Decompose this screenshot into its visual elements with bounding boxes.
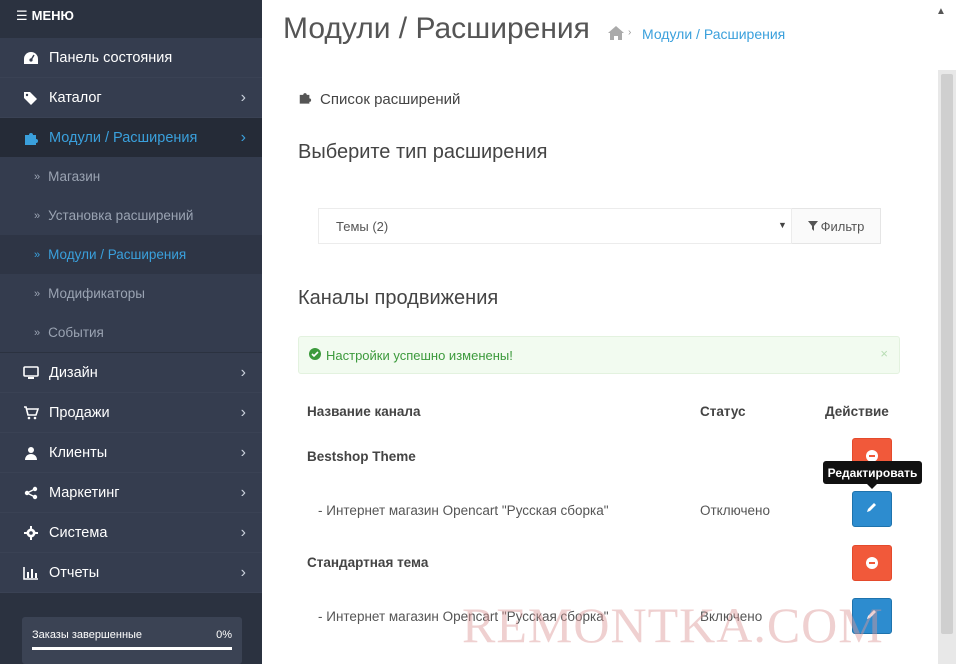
tags-icon xyxy=(22,91,40,105)
watermark: REMONTKA.COM xyxy=(462,597,884,653)
chevron-right-icon: › xyxy=(240,363,246,381)
double-chevron-icon: » xyxy=(34,209,41,222)
chevron-right-icon: › xyxy=(240,403,246,421)
check-circle-icon xyxy=(309,347,321,363)
status-text: Отключено xyxy=(700,503,770,518)
caret-down-icon: ▼ xyxy=(778,220,787,230)
progress-value: 0% xyxy=(216,629,232,641)
dashboard-icon xyxy=(22,51,40,65)
alert-text: Настройки успешно изменены! xyxy=(326,347,513,363)
extension-name: - Интернет магазин Opencart "Русская сбо… xyxy=(318,609,609,624)
sidebar-item-dashboard[interactable]: Панель состояния xyxy=(0,38,262,78)
group-name: Bestshop Theme xyxy=(307,449,416,464)
double-chevron-icon: » xyxy=(34,248,41,261)
hamburger-icon: ☰ xyxy=(16,8,28,23)
extension-name: - Интернет магазин Opencart "Русская сбо… xyxy=(318,503,609,518)
success-alert: Настройки успешно изменены! × xyxy=(298,336,900,374)
chevron-right-icon: › xyxy=(240,483,246,501)
group-name: Стандартная тема xyxy=(307,555,429,570)
submenu-item-installer[interactable]: » Установка расширений xyxy=(0,196,262,235)
breadcrumb-link[interactable]: Модули / Расширения xyxy=(642,26,785,42)
submenu-item-store[interactable]: » Магазин xyxy=(0,157,262,196)
column-header-channel: Название канала xyxy=(307,404,421,419)
gear-icon xyxy=(22,525,40,540)
pencil-icon xyxy=(866,500,878,518)
filter-label: Фильтр xyxy=(820,218,865,234)
close-icon[interactable]: × xyxy=(880,346,888,361)
chevron-right-icon: › xyxy=(240,523,246,541)
submenu-label: События xyxy=(48,325,104,340)
menu-toggle[interactable]: ☰ МЕНЮ xyxy=(0,0,262,38)
pencil-icon xyxy=(866,607,878,625)
bar-chart-icon xyxy=(22,566,40,580)
filter-button[interactable]: Фильтр xyxy=(792,208,881,244)
sidebar-item-reports[interactable]: Отчеты › xyxy=(0,553,262,593)
extension-type-select[interactable]: Темы (2) xyxy=(318,208,792,244)
share-icon xyxy=(22,486,40,500)
sidebar-item-label: Каталог xyxy=(49,89,102,106)
sidebar-item-label: Дизайн xyxy=(49,364,98,381)
submenu-item-modifications[interactable]: » Модификаторы xyxy=(0,274,262,313)
sidebar: ☰ МЕНЮ Панель состояния Каталог › Модули… xyxy=(0,0,262,664)
double-chevron-icon: » xyxy=(34,170,41,183)
double-chevron-icon: » xyxy=(34,287,41,300)
filter-icon xyxy=(807,219,818,234)
chevron-right-icon: › xyxy=(240,563,246,581)
sidebar-item-label: Модули / Расширения xyxy=(49,129,198,146)
chevron-right-icon: › xyxy=(240,128,246,146)
breadcrumb-separator: › xyxy=(628,27,632,38)
edit-button[interactable] xyxy=(852,491,892,527)
orders-progress-widget: Заказы завершенные 0% xyxy=(22,617,242,664)
scrollbar-thumb[interactable] xyxy=(941,74,953,634)
submenu-item-events[interactable]: » События xyxy=(0,313,262,352)
submenu-label: Модификаторы xyxy=(48,286,145,301)
minus-circle-icon xyxy=(866,557,878,569)
puzzle-icon xyxy=(22,131,40,145)
sidebar-item-sales[interactable]: Продажи › xyxy=(0,393,262,433)
progress-bar xyxy=(32,647,232,650)
cart-icon xyxy=(22,405,40,420)
column-header-status: Статус xyxy=(700,404,746,419)
submenu-item-extensions[interactable]: » Модули / Расширения xyxy=(0,235,262,274)
sidebar-item-label: Клиенты xyxy=(49,444,108,461)
home-icon[interactable] xyxy=(607,25,625,41)
menu-title: МЕНЮ xyxy=(31,8,74,23)
desktop-icon xyxy=(22,365,40,380)
user-icon xyxy=(22,446,40,460)
submenu-label: Магазин xyxy=(48,169,101,184)
scroll-up-arrow-icon[interactable]: ▲ xyxy=(936,6,946,17)
chevron-right-icon: › xyxy=(240,88,246,106)
puzzle-icon xyxy=(298,91,312,108)
sidebar-item-extensions[interactable]: Модули / Расширения › xyxy=(0,118,262,158)
sidebar-item-customers[interactable]: Клиенты › xyxy=(0,433,262,473)
sidebar-item-label: Панель состояния xyxy=(49,49,173,66)
status-text: Включено xyxy=(700,609,763,624)
extension-type-heading: Выберите тип расширения xyxy=(298,141,548,163)
sidebar-item-marketing[interactable]: Маркетинг › xyxy=(0,473,262,513)
chevron-right-icon: › xyxy=(240,443,246,461)
panel-title-text: Список расширений xyxy=(320,91,461,108)
uninstall-button[interactable] xyxy=(852,545,892,581)
sidebar-item-catalog[interactable]: Каталог › xyxy=(0,78,262,118)
column-header-action: Действие xyxy=(825,404,889,419)
submenu-label: Установка расширений xyxy=(48,208,194,223)
sidebar-item-system[interactable]: Система › xyxy=(0,513,262,553)
sidebar-item-label: Продажи xyxy=(49,404,110,421)
progress-label: Заказы завершенные xyxy=(32,629,143,641)
sidebar-item-label: Отчеты xyxy=(49,564,100,581)
panel-title: Список расширений xyxy=(298,91,460,108)
sidebar-item-label: Система xyxy=(49,524,108,541)
edit-button[interactable] xyxy=(852,598,892,634)
sidebar-item-design[interactable]: Дизайн › xyxy=(0,353,262,393)
edit-tooltip: Редактировать xyxy=(823,461,922,484)
sidebar-item-label: Маркетинг xyxy=(49,484,120,501)
submenu-label: Модули / Расширения xyxy=(48,247,187,262)
section-heading: Каналы продвижения xyxy=(298,287,499,309)
page-title: Модули / Расширения xyxy=(283,12,590,45)
double-chevron-icon: » xyxy=(34,326,41,339)
tooltip-arrow xyxy=(867,484,877,489)
